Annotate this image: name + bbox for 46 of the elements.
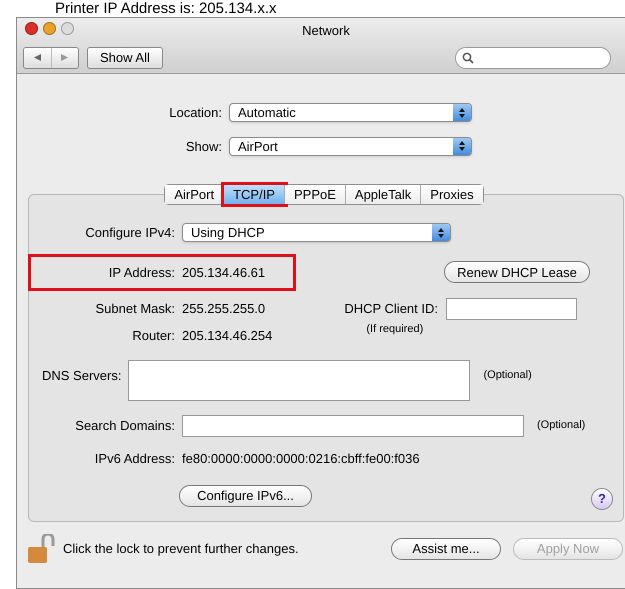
renew-dhcp-button[interactable]: Renew DHCP Lease: [444, 261, 590, 284]
dhcp-client-id-field[interactable]: [446, 298, 577, 320]
back-icon[interactable]: [32, 53, 42, 62]
stepper-icon: [432, 224, 450, 242]
field-label: Configure IPv4:: [84, 224, 176, 242]
back-forward-button[interactable]: [23, 46, 79, 68]
field-label: Show:: [184, 138, 223, 156]
forward-icon[interactable]: [60, 53, 70, 62]
field-value: 205.134.46.254: [182, 327, 272, 345]
configure-ipv6-button[interactable]: Configure IPv6...: [179, 485, 312, 507]
optional-text: (Optional): [483, 368, 532, 382]
close-icon[interactable]: [25, 22, 38, 35]
footer-button[interactable]: Assist me...: [391, 538, 501, 560]
tab[interactable]: TCP/IP: [224, 185, 285, 204]
field-value: fe80:0000:0000:0000:0216:cbff:fe00:f036: [182, 450, 420, 468]
caption-text: Printer IP Address is: 205.134.x.x: [55, 0, 277, 17]
field-value: 255.255.255.0: [182, 300, 266, 318]
field-label: DNS Servers:: [42, 368, 122, 382]
field-label: Router:: [131, 327, 176, 345]
search-domains-field[interactable]: [182, 414, 524, 436]
window-title: Network: [302, 22, 350, 40]
tab[interactable]: PPPoE: [284, 185, 346, 204]
search-icon: [462, 52, 474, 64]
dns-servers-field[interactable]: [128, 360, 470, 400]
tab[interactable]: AppleTalk: [346, 185, 422, 204]
search-field[interactable]: [455, 46, 611, 68]
show-all-button[interactable]: Show All: [87, 46, 163, 68]
minimize-icon[interactable]: [43, 22, 56, 35]
hint-text: (If required): [366, 322, 424, 337]
field-label: IP Address:: [108, 264, 176, 282]
zoom-icon[interactable]: [61, 22, 74, 35]
stepper-icon: [453, 104, 471, 122]
configure-ipv4-popup[interactable]: Using DHCP: [182, 223, 451, 242]
unlocked-padlock-icon[interactable]: [27, 534, 55, 564]
field-label: IPv6 Address:: [94, 450, 176, 468]
stepper-icon: [453, 138, 471, 155]
lock-message: Click the lock to prevent further changes.: [63, 540, 299, 558]
field-label: Location:: [168, 104, 223, 122]
field-label: DHCP Client ID:: [343, 300, 439, 318]
location-popup[interactable]: Automatic: [229, 103, 472, 122]
field-value: 205.134.46.61: [182, 264, 266, 282]
tab[interactable]: Proxies: [421, 185, 483, 204]
field-label: Search Domains:: [74, 416, 176, 435]
field-label: Subnet Mask:: [94, 300, 176, 318]
show-popup[interactable]: AirPort: [229, 136, 472, 156]
optional-text: (Optional): [537, 418, 586, 434]
